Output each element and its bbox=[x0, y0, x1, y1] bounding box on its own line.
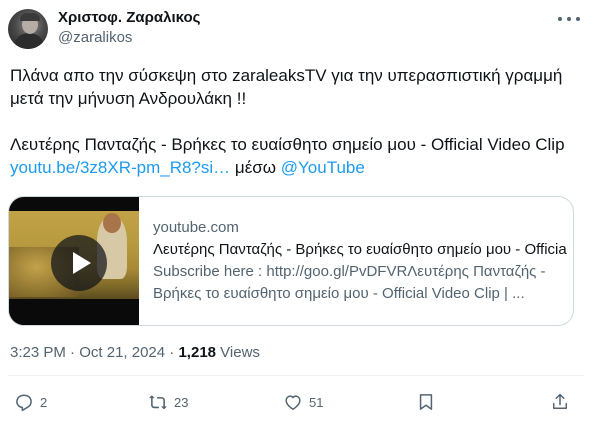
avatar-cap bbox=[20, 13, 40, 21]
play-icon[interactable] bbox=[51, 235, 107, 291]
thumbnail-letterbox-top bbox=[9, 197, 139, 211]
card-info: youtube.com Λευτέρης Πανταζής - Βρήκες τ… bbox=[153, 217, 567, 305]
youtube-mention[interactable]: @YouTube bbox=[281, 158, 365, 177]
bookmark-button[interactable] bbox=[416, 391, 436, 413]
retweet-icon bbox=[149, 395, 167, 410]
reply-icon bbox=[16, 394, 32, 412]
reply-button[interactable]: 2 bbox=[14, 391, 47, 413]
avatar[interactable] bbox=[8, 9, 48, 49]
card-title: Λευτέρης Πανταζής - Βρήκες το ευαίσθητο … bbox=[153, 241, 567, 258]
views-label: Views bbox=[216, 344, 260, 361]
via-text: μέσω bbox=[230, 158, 281, 177]
link-preview-card[interactable]: youtube.com Λευτέρης Πανταζής - Βρήκες τ… bbox=[8, 196, 574, 326]
more-horizontal-icon[interactable] bbox=[558, 10, 580, 28]
card-description: Subscribe here : http://goo.gl/PvDFVRΛευ… bbox=[153, 263, 546, 302]
youtube-link[interactable]: youtu.be/3z8XR-pm_R8?si… bbox=[10, 158, 230, 177]
like-count: 51 bbox=[309, 394, 324, 410]
retweet-count: 23 bbox=[174, 394, 189, 410]
display-name[interactable]: Χριστοφ. Ζαραλικος bbox=[58, 8, 200, 28]
like-button[interactable]: 51 bbox=[283, 391, 323, 413]
tweet: Χριστοφ. Ζαραλικος @zaralikos Πλάνα απο … bbox=[0, 0, 600, 433]
avatar-body bbox=[15, 33, 43, 49]
video-thumbnail[interactable] bbox=[9, 197, 139, 325]
heart-icon bbox=[285, 395, 301, 410]
user-handle[interactable]: @zaralikos bbox=[58, 28, 132, 48]
meta-separator: · bbox=[65, 344, 80, 361]
share-icon bbox=[553, 393, 567, 409]
thumbnail-figure-head bbox=[103, 213, 121, 233]
card-domain: youtube.com bbox=[153, 219, 239, 236]
tweet-time[interactable]: 3:23 PM bbox=[10, 344, 66, 361]
tweet-date[interactable]: Oct 21, 2024 bbox=[79, 344, 165, 361]
retweet-button[interactable]: 23 bbox=[148, 391, 188, 413]
meta-separator-2: · bbox=[165, 344, 179, 361]
tweet-text-video-title: Λευτέρης Πανταζής - Βρήκες το ευαίσθητο … bbox=[10, 135, 565, 154]
tweet-meta: 3:23 PM · Oct 21, 2024 · 1,218 Views bbox=[10, 343, 260, 363]
thumbnail-letterbox-bottom bbox=[9, 299, 139, 325]
views-count: 1,218 bbox=[178, 344, 217, 361]
tweet-text-line2: Λευτέρης Πανταζής - Βρήκες το ευαίσθητο … bbox=[10, 133, 580, 179]
tweet-text: Πλάνα απο την σύσκεψη στο zaraleaksTV γι… bbox=[10, 64, 580, 179]
reply-count: 2 bbox=[40, 394, 48, 410]
bookmark-icon bbox=[419, 394, 433, 410]
share-button[interactable] bbox=[550, 391, 570, 413]
divider bbox=[8, 375, 584, 376]
tweet-text-line1: Πλάνα απο την σύσκεψη στο zaraleaksTV γι… bbox=[10, 66, 563, 108]
